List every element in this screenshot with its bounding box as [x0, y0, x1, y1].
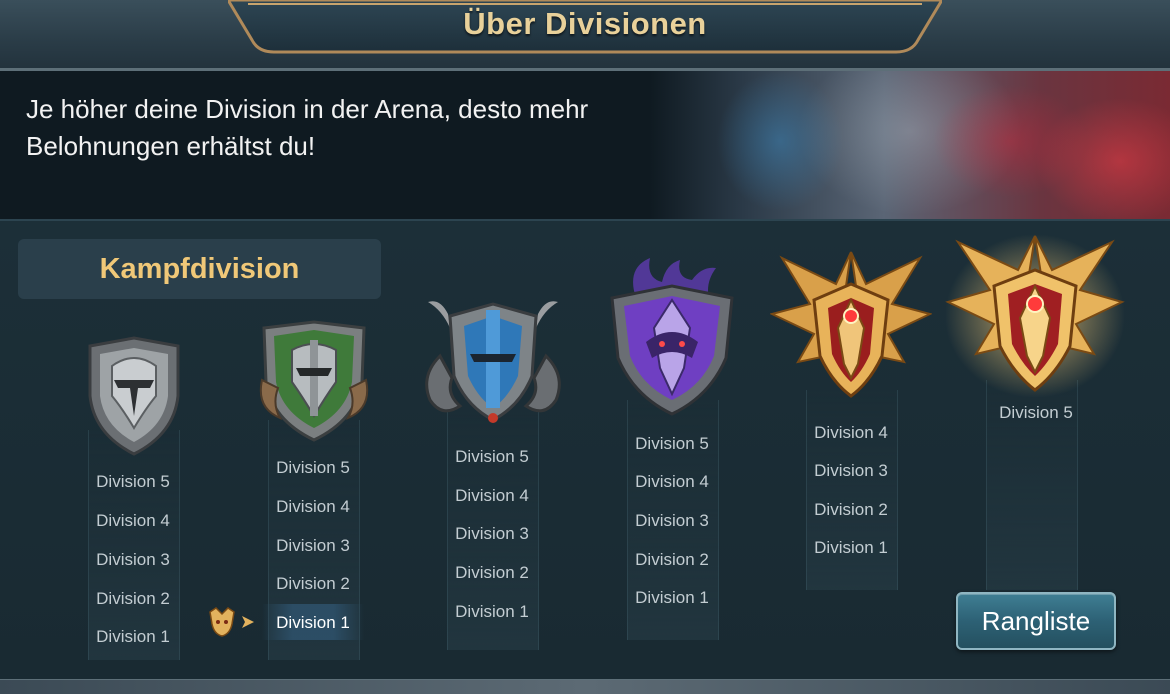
division-item: Division 2 [276, 574, 350, 593]
section-label: Kampfdivision [99, 253, 300, 285]
current-division-item: Division 1 [276, 613, 350, 632]
division-item: Division 3 [635, 511, 709, 530]
division-item: Division 4 [96, 511, 170, 530]
division-item: Division 1 [635, 588, 709, 607]
division-item: Division 3 [814, 461, 888, 480]
intro-text: Je höher deine Division in der Arena, de… [26, 94, 589, 161]
hero-artwork [650, 71, 1170, 219]
section-label-panel: Kampfdivision [18, 239, 381, 299]
division-item: Division 2 [635, 550, 709, 569]
division-item: Division 5 [96, 472, 170, 491]
division-item: Division 3 [96, 550, 170, 569]
gold-winged-crest-emblem [770, 251, 932, 398]
intro-panel: Je höher deine Division in der Arena, de… [0, 71, 1170, 219]
division-item: Division 4 [455, 486, 529, 505]
radiant-gold-crest-emblem [945, 234, 1125, 398]
division-item: Division 3 [455, 524, 529, 543]
bottom-border [0, 680, 1170, 694]
tier-column-1 [88, 430, 180, 660]
division-item: Division 4 [276, 497, 350, 516]
division-item: Division 1 [96, 627, 170, 646]
rangliste-button[interactable]: Rangliste [956, 592, 1116, 650]
green-horned-helm-emblem [259, 320, 369, 442]
current-rank-marker-icon [209, 607, 254, 637]
division-item: Division 5 [276, 458, 350, 477]
purple-flame-crest-emblem [610, 258, 734, 416]
division-item: Division 2 [455, 563, 529, 582]
division-item: Division 3 [276, 536, 350, 555]
iron-shield-emblem [88, 336, 180, 456]
page-title: Über Divisionen [463, 6, 707, 41]
division-item: Division 5 [635, 434, 709, 453]
division-item: Division 1 [455, 602, 529, 621]
blue-ram-helm-emblem [425, 301, 561, 423]
tier-column-5 [806, 390, 898, 590]
division-item: Division 4 [814, 423, 888, 442]
division-item: Division 2 [814, 500, 888, 519]
division-item: Division 1 [814, 538, 888, 557]
division-item: Division 5 [999, 403, 1073, 422]
division-item: Division 4 [635, 472, 709, 491]
division-item: Division 2 [96, 589, 170, 608]
division-item: Division 5 [455, 447, 529, 466]
title-plate: Über Divisionen [228, 0, 942, 56]
